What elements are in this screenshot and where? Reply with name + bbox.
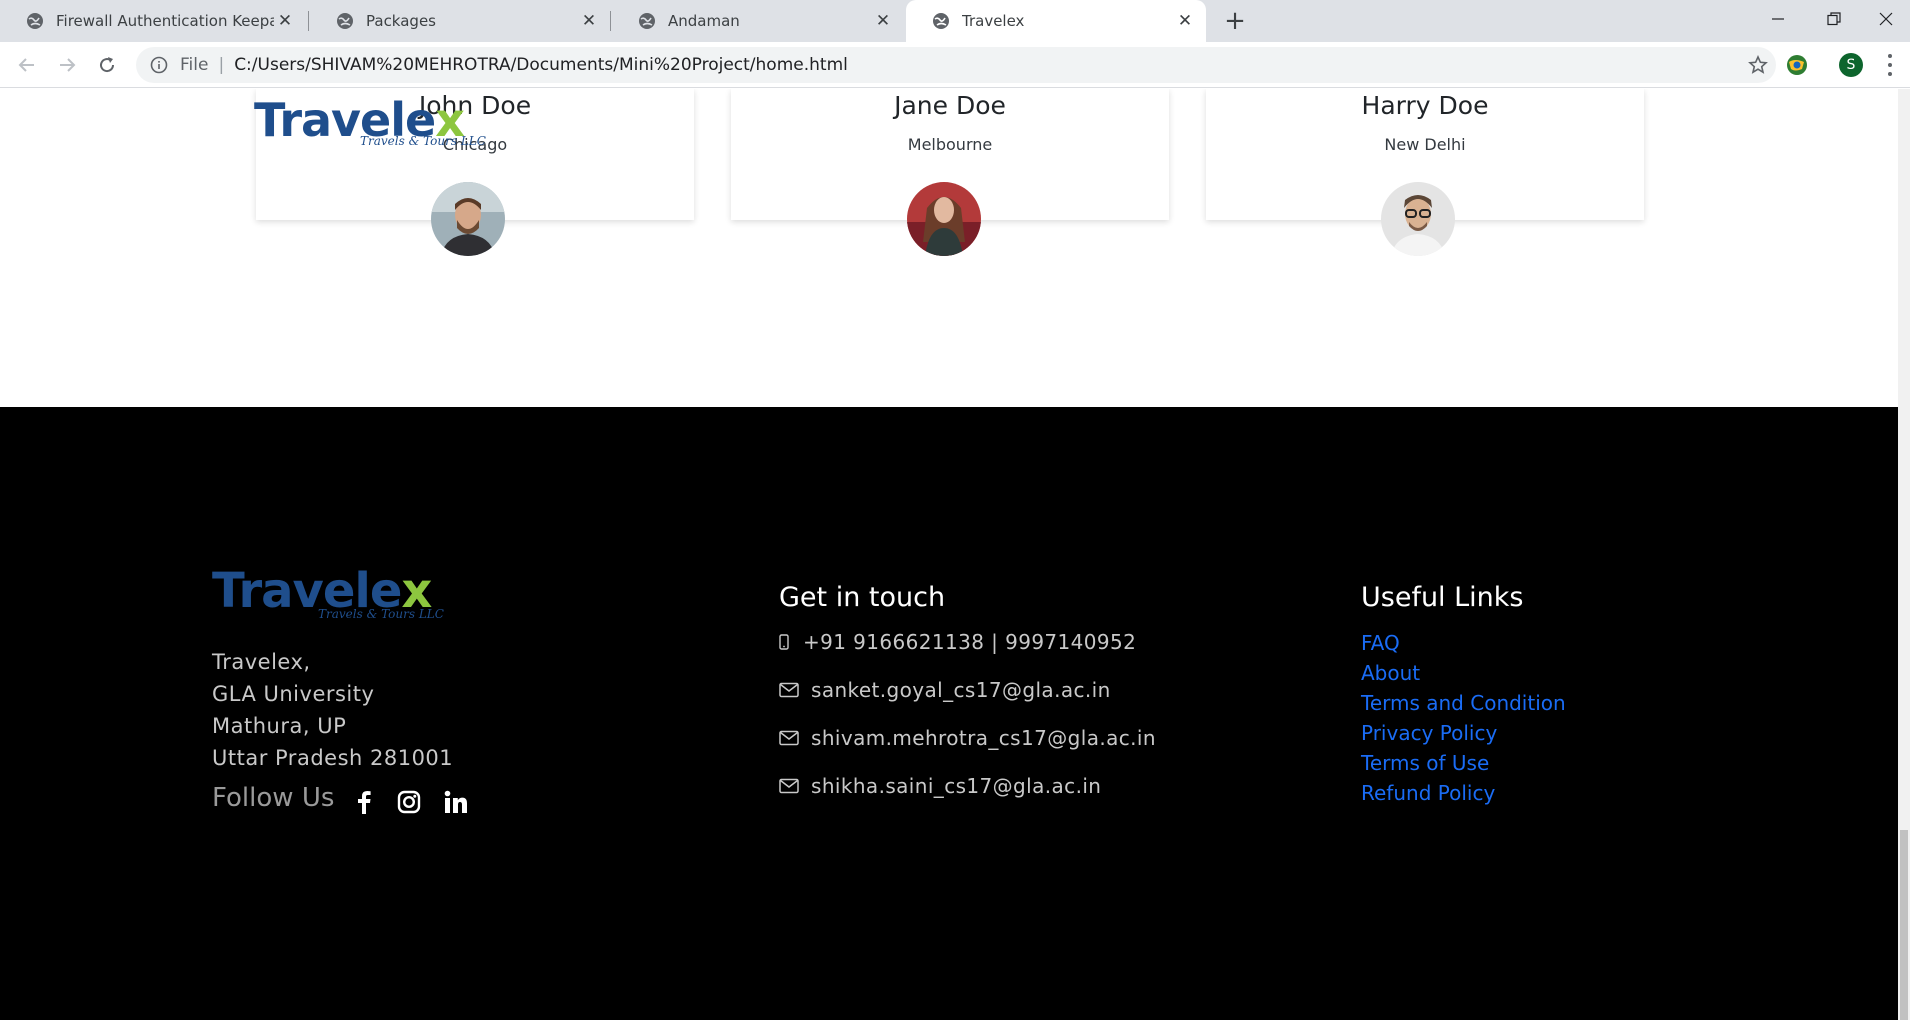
- globe-icon: [27, 13, 43, 29]
- linkedin-link[interactable]: [441, 787, 471, 817]
- address-bar[interactable]: File | C:/Users/SHIVAM%20MEHROTRA/Docume…: [136, 47, 1776, 83]
- browser-toolbar: File | C:/Users/SHIVAM%20MEHROTRA/Docume…: [0, 42, 1910, 88]
- testimonial-name: Harry Doe: [1361, 91, 1489, 120]
- email-contact[interactable]: sanket.goyal_cs17@gla.ac.in: [779, 678, 1111, 702]
- envelope-icon: [779, 778, 811, 794]
- back-arrow-icon: [18, 58, 34, 72]
- testimonial-city: New Delhi: [1384, 135, 1466, 154]
- facebook-icon: [358, 791, 371, 814]
- close-window-button[interactable]: [1862, 0, 1910, 38]
- tab-packages[interactable]: Packages ✕: [310, 0, 610, 42]
- footer-logo[interactable]: Travelex Travels & Tours LLC: [212, 563, 452, 621]
- link-refund-policy[interactable]: Refund Policy: [1361, 781, 1495, 805]
- new-tab-button[interactable]: +: [1220, 6, 1250, 36]
- envelope-icon: [779, 730, 811, 746]
- back-button[interactable]: [10, 48, 44, 82]
- contact-heading: Get in touch: [779, 582, 946, 613]
- avatar-jane: [907, 182, 981, 256]
- extension-icon[interactable]: [1782, 50, 1812, 80]
- page-viewport: John Doe Chicago Jane Doe Melbourne Harr…: [0, 89, 1898, 1020]
- envelope-icon: [779, 682, 811, 698]
- tab-title: Andaman: [668, 12, 740, 30]
- close-icon[interactable]: ✕: [1174, 10, 1196, 32]
- link-faq[interactable]: FAQ: [1361, 631, 1400, 655]
- close-icon: [1879, 12, 1893, 26]
- tab-firewall[interactable]: Firewall Authentication Keepalive ✕: [0, 0, 306, 42]
- minimize-button[interactable]: [1750, 0, 1806, 38]
- bookmark-star-button[interactable]: [1740, 47, 1776, 83]
- link-privacy-policy[interactable]: Privacy Policy: [1361, 721, 1497, 745]
- link-about[interactable]: About: [1361, 661, 1420, 685]
- mobile-phone-icon: [779, 634, 803, 650]
- profile-avatar[interactable]: S: [1839, 53, 1863, 77]
- star-icon: [1748, 55, 1768, 74]
- site-footer: Travelex Travels & Tours LLC Travelex, G…: [0, 407, 1898, 1020]
- tab-title: Firewall Authentication Keepalive: [56, 12, 274, 30]
- restore-icon: [1827, 12, 1841, 26]
- testimonial-name: Jane Doe: [894, 91, 1006, 120]
- footer-address: Travelex, GLA University Mathura, UP Utt…: [212, 650, 454, 770]
- globe-icon: [639, 13, 655, 29]
- link-terms-condition[interactable]: Terms and Condition: [1361, 691, 1566, 715]
- tab-strip: Firewall Authentication Keepalive ✕ Pack…: [0, 0, 1910, 42]
- facebook-link[interactable]: [349, 787, 379, 817]
- reload-button[interactable]: [90, 48, 124, 82]
- forward-arrow-icon: [60, 58, 76, 72]
- avatar-john: [431, 182, 505, 256]
- reload-icon: [100, 57, 115, 73]
- follow-us-label: Follow Us: [212, 783, 335, 813]
- link-terms-of-use[interactable]: Terms of Use: [1361, 751, 1489, 775]
- info-icon: [150, 56, 168, 74]
- minimize-icon: [1772, 18, 1784, 20]
- tab-andaman[interactable]: Andaman ✕: [612, 0, 904, 42]
- globe-icon: [337, 13, 353, 29]
- close-icon[interactable]: ✕: [274, 10, 296, 32]
- instagram-link[interactable]: [394, 787, 424, 817]
- instagram-icon: [397, 790, 421, 814]
- testimonial-city: Melbourne: [907, 135, 993, 154]
- tab-title: Travelex: [962, 12, 1025, 30]
- avatar-harry: [1381, 182, 1455, 256]
- travelex-logo[interactable]: Travelex Travels & Tours LLC: [254, 93, 494, 149]
- tab-travelex[interactable]: Travelex ✕: [906, 0, 1206, 42]
- tab-divider: [308, 11, 309, 31]
- scrollbar-thumb[interactable]: [1900, 830, 1908, 1020]
- menu-dots-icon[interactable]: [1880, 52, 1900, 78]
- scheme-label: File: [180, 55, 209, 75]
- forward-button[interactable]: [50, 48, 84, 82]
- email-contact[interactable]: shikha.saini_cs17@gla.ac.in: [779, 774, 1101, 798]
- tab-divider: [610, 11, 611, 31]
- links-heading: Useful Links: [1361, 582, 1524, 613]
- restore-button[interactable]: [1806, 0, 1862, 38]
- linkedin-icon: [444, 790, 467, 813]
- close-icon[interactable]: ✕: [578, 10, 600, 32]
- divider: |: [218, 55, 225, 75]
- globe-icon: [933, 13, 949, 29]
- tab-title: Packages: [366, 12, 436, 30]
- phone-contact: +91 9166621138 | 9997140952: [779, 630, 1136, 654]
- url-text: C:/Users/SHIVAM%20MEHROTRA/Documents/Min…: [234, 55, 848, 75]
- close-icon[interactable]: ✕: [872, 10, 894, 32]
- email-contact[interactable]: shivam.mehrotra_cs17@gla.ac.in: [779, 726, 1156, 750]
